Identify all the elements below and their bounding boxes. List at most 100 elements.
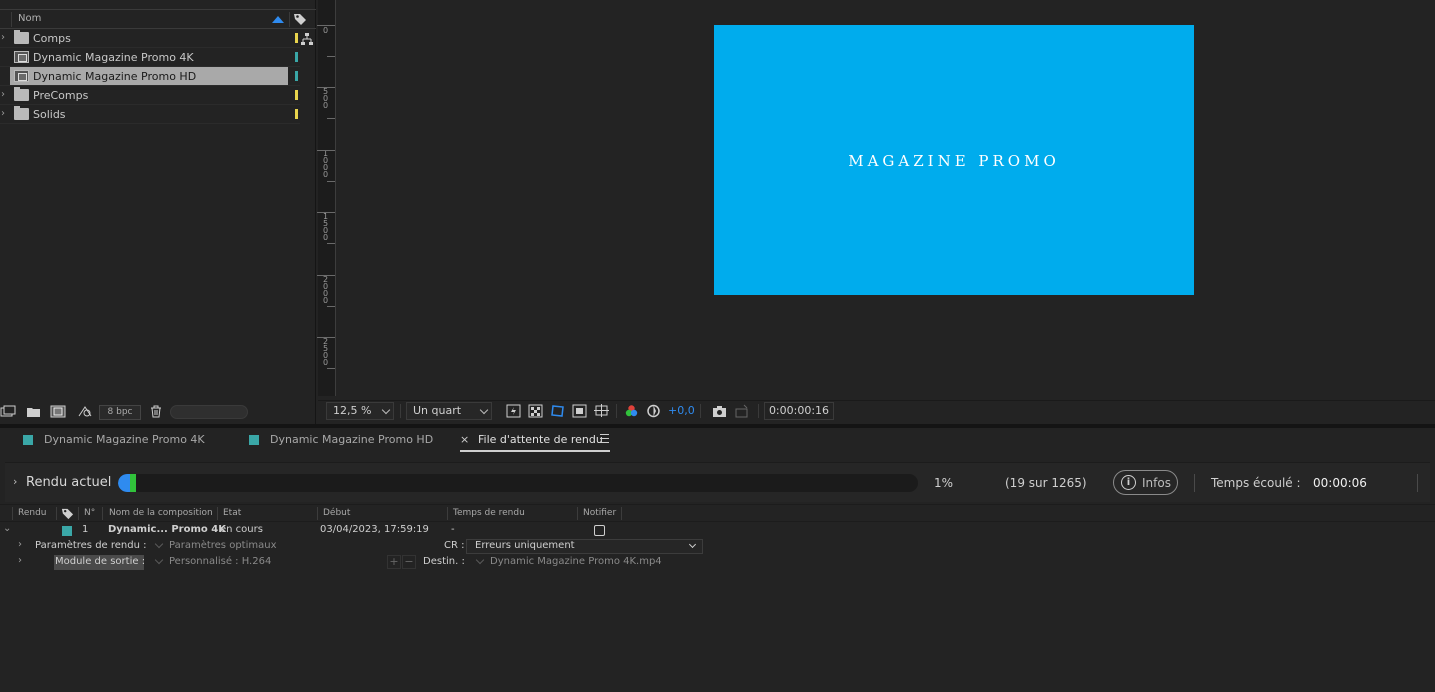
folder-icon [14,30,29,44]
column-notify[interactable]: Notifier [583,508,616,518]
label-color-swatch[interactable] [295,33,298,43]
item-start: 03/04/2023, 17:59:19 [320,524,429,535]
panel-menu-icon[interactable] [600,434,609,443]
render-queue-panel: › Rendu actuel 1% (19 sur 1265) i Infos … [0,458,1435,692]
expand-chevron-icon[interactable]: › [1,108,5,119]
transparency-grid-icon[interactable] [528,404,543,418]
bit-depth-button[interactable]: 8 bpc [99,405,141,420]
project-item-label: Comps [33,32,71,45]
timeline-tab-bar: Dynamic Magazine Promo 4K Dynamic Magazi… [0,428,1435,454]
label-color-swatch[interactable] [295,90,298,100]
chevron-down-icon [381,405,391,415]
chevron-down-icon[interactable] [154,539,164,549]
column-status[interactable]: Etat [223,508,241,518]
composition-icon [14,51,29,63]
label-tag-icon[interactable] [293,12,307,26]
output-module-value[interactable]: Personnalisé : H.264 [169,556,271,567]
project-item-comps[interactable]: › Comps [0,29,300,48]
column-render-time[interactable]: Temps de rendu [453,508,525,518]
project-item-precomps[interactable]: › PreComps [0,86,300,105]
log-label: CR : [444,540,465,551]
add-output-module-button[interactable]: + [387,555,401,569]
mask-visibility-icon[interactable] [550,404,565,418]
column-start[interactable]: Début [323,508,350,518]
infos-button[interactable]: i Infos [1113,470,1178,495]
reset-exposure-icon[interactable] [646,404,661,418]
vertical-ruler: 0 500 1000 1500 2000 2500 [317,0,336,396]
exposure-value[interactable]: +0,0 [668,404,695,417]
project-item-label: Dynamic Magazine Promo 4K [33,51,194,64]
project-item-label: PreComps [33,89,89,102]
remove-output-module-button[interactable]: − [402,555,416,569]
label-color-swatch [23,435,33,445]
project-flowchart-icon[interactable] [300,32,314,46]
region-of-interest-icon[interactable] [572,404,587,418]
magnification-dropdown[interactable]: 12,5 % [326,402,394,420]
chevron-down-icon[interactable] [475,555,485,565]
output-module-label[interactable]: Module de sortie : [55,556,145,567]
chevron-down-icon [688,540,697,549]
chevron-down-icon[interactable] [154,555,164,565]
ruler-label: 1000 [323,149,329,179]
project-item-solids[interactable]: › Solids [0,105,300,124]
destination-value[interactable]: Dynamic Magazine Promo 4K.mp4 [490,556,662,567]
column-render[interactable]: Rendu [18,508,47,518]
composition-text-layer[interactable]: MAGAZINE PROMO [714,152,1194,170]
column-number[interactable]: N° [84,508,95,518]
show-snapshot-icon[interactable] [734,404,749,418]
project-column-header: Nom [0,10,316,29]
sort-ascending-icon[interactable] [272,16,284,23]
item-status: en cours [220,524,263,535]
item-number: 1 [82,524,89,535]
ruler-label: 2500 [323,337,329,367]
thumbnail-size-slider[interactable] [170,405,248,419]
new-folder-icon[interactable] [26,405,42,418]
fast-previews-icon[interactable] [506,404,521,418]
label-color-swatch[interactable] [295,52,298,62]
close-tab-icon[interactable]: × [460,433,469,446]
project-item-comp-hd[interactable]: Dynamic Magazine Promo HD [0,67,300,86]
label-color-swatch[interactable] [62,526,72,536]
expand-chevron-icon[interactable]: › [1,32,5,43]
interpret-footage-icon[interactable] [0,405,16,418]
expand-chevron-icon[interactable]: › [13,475,17,488]
grid-guides-icon[interactable] [594,404,609,418]
resolution-dropdown[interactable]: Un quart [406,402,492,420]
label-color-swatch[interactable] [295,109,298,119]
item-comp-name: Dynamic... Promo 4K [108,524,226,535]
expand-chevron-icon[interactable]: › [1,89,5,100]
expand-chevron-icon[interactable]: › [18,555,22,566]
label-color-swatch[interactable] [295,71,298,81]
info-icon: i [1121,475,1136,490]
new-composition-icon[interactable] [50,405,66,418]
chevron-down-icon [479,405,489,415]
render-progress-fill [118,474,130,492]
composition-icon [14,70,29,82]
snapshot-camera-icon[interactable] [712,404,727,418]
render-progress-marker [130,474,136,492]
current-time-field[interactable]: 0:00:00:16 [764,402,834,420]
project-panel: Nom › Comps Dynamic Magazine Promo 4K Dy… [0,0,316,424]
column-name-header[interactable]: Nom [18,13,41,24]
composition-frame[interactable]: MAGAZINE PROMO [714,25,1194,295]
current-render-title: Rendu actuel [26,475,112,490]
collapse-chevron-icon[interactable]: ⌄ [3,523,11,534]
expand-chevron-icon[interactable]: › [18,539,22,550]
channels-icon[interactable] [624,404,639,418]
project-item-comp-4k[interactable]: Dynamic Magazine Promo 4K [0,48,300,67]
composition-viewer: 0 500 1000 1500 2000 2500 MAGAZINE PROMO… [317,0,1435,424]
column-comp-name[interactable]: Nom de la composition [109,508,213,518]
project-item-label: Dynamic Magazine Promo HD [33,70,197,83]
folder-icon [14,87,29,101]
render-percent: 1% [934,476,954,490]
label-tag-icon[interactable] [61,507,74,520]
tab-render-queue[interactable]: × File d'attente de rendu [460,433,610,452]
render-settings-label[interactable]: Paramètres de rendu : [35,540,147,551]
trash-icon[interactable] [148,405,164,418]
render-queue-item[interactable]: ⌄ 1 Dynamic... Promo 4K en cours 03/04/2… [0,523,1435,539]
ruler-label: 0 [323,26,329,35]
notify-checkbox[interactable] [594,525,605,536]
render-settings-value[interactable]: Paramètres optimaux [169,540,277,551]
dependencies-icon[interactable] [77,405,93,418]
log-dropdown[interactable]: Erreurs uniquement [466,539,703,554]
